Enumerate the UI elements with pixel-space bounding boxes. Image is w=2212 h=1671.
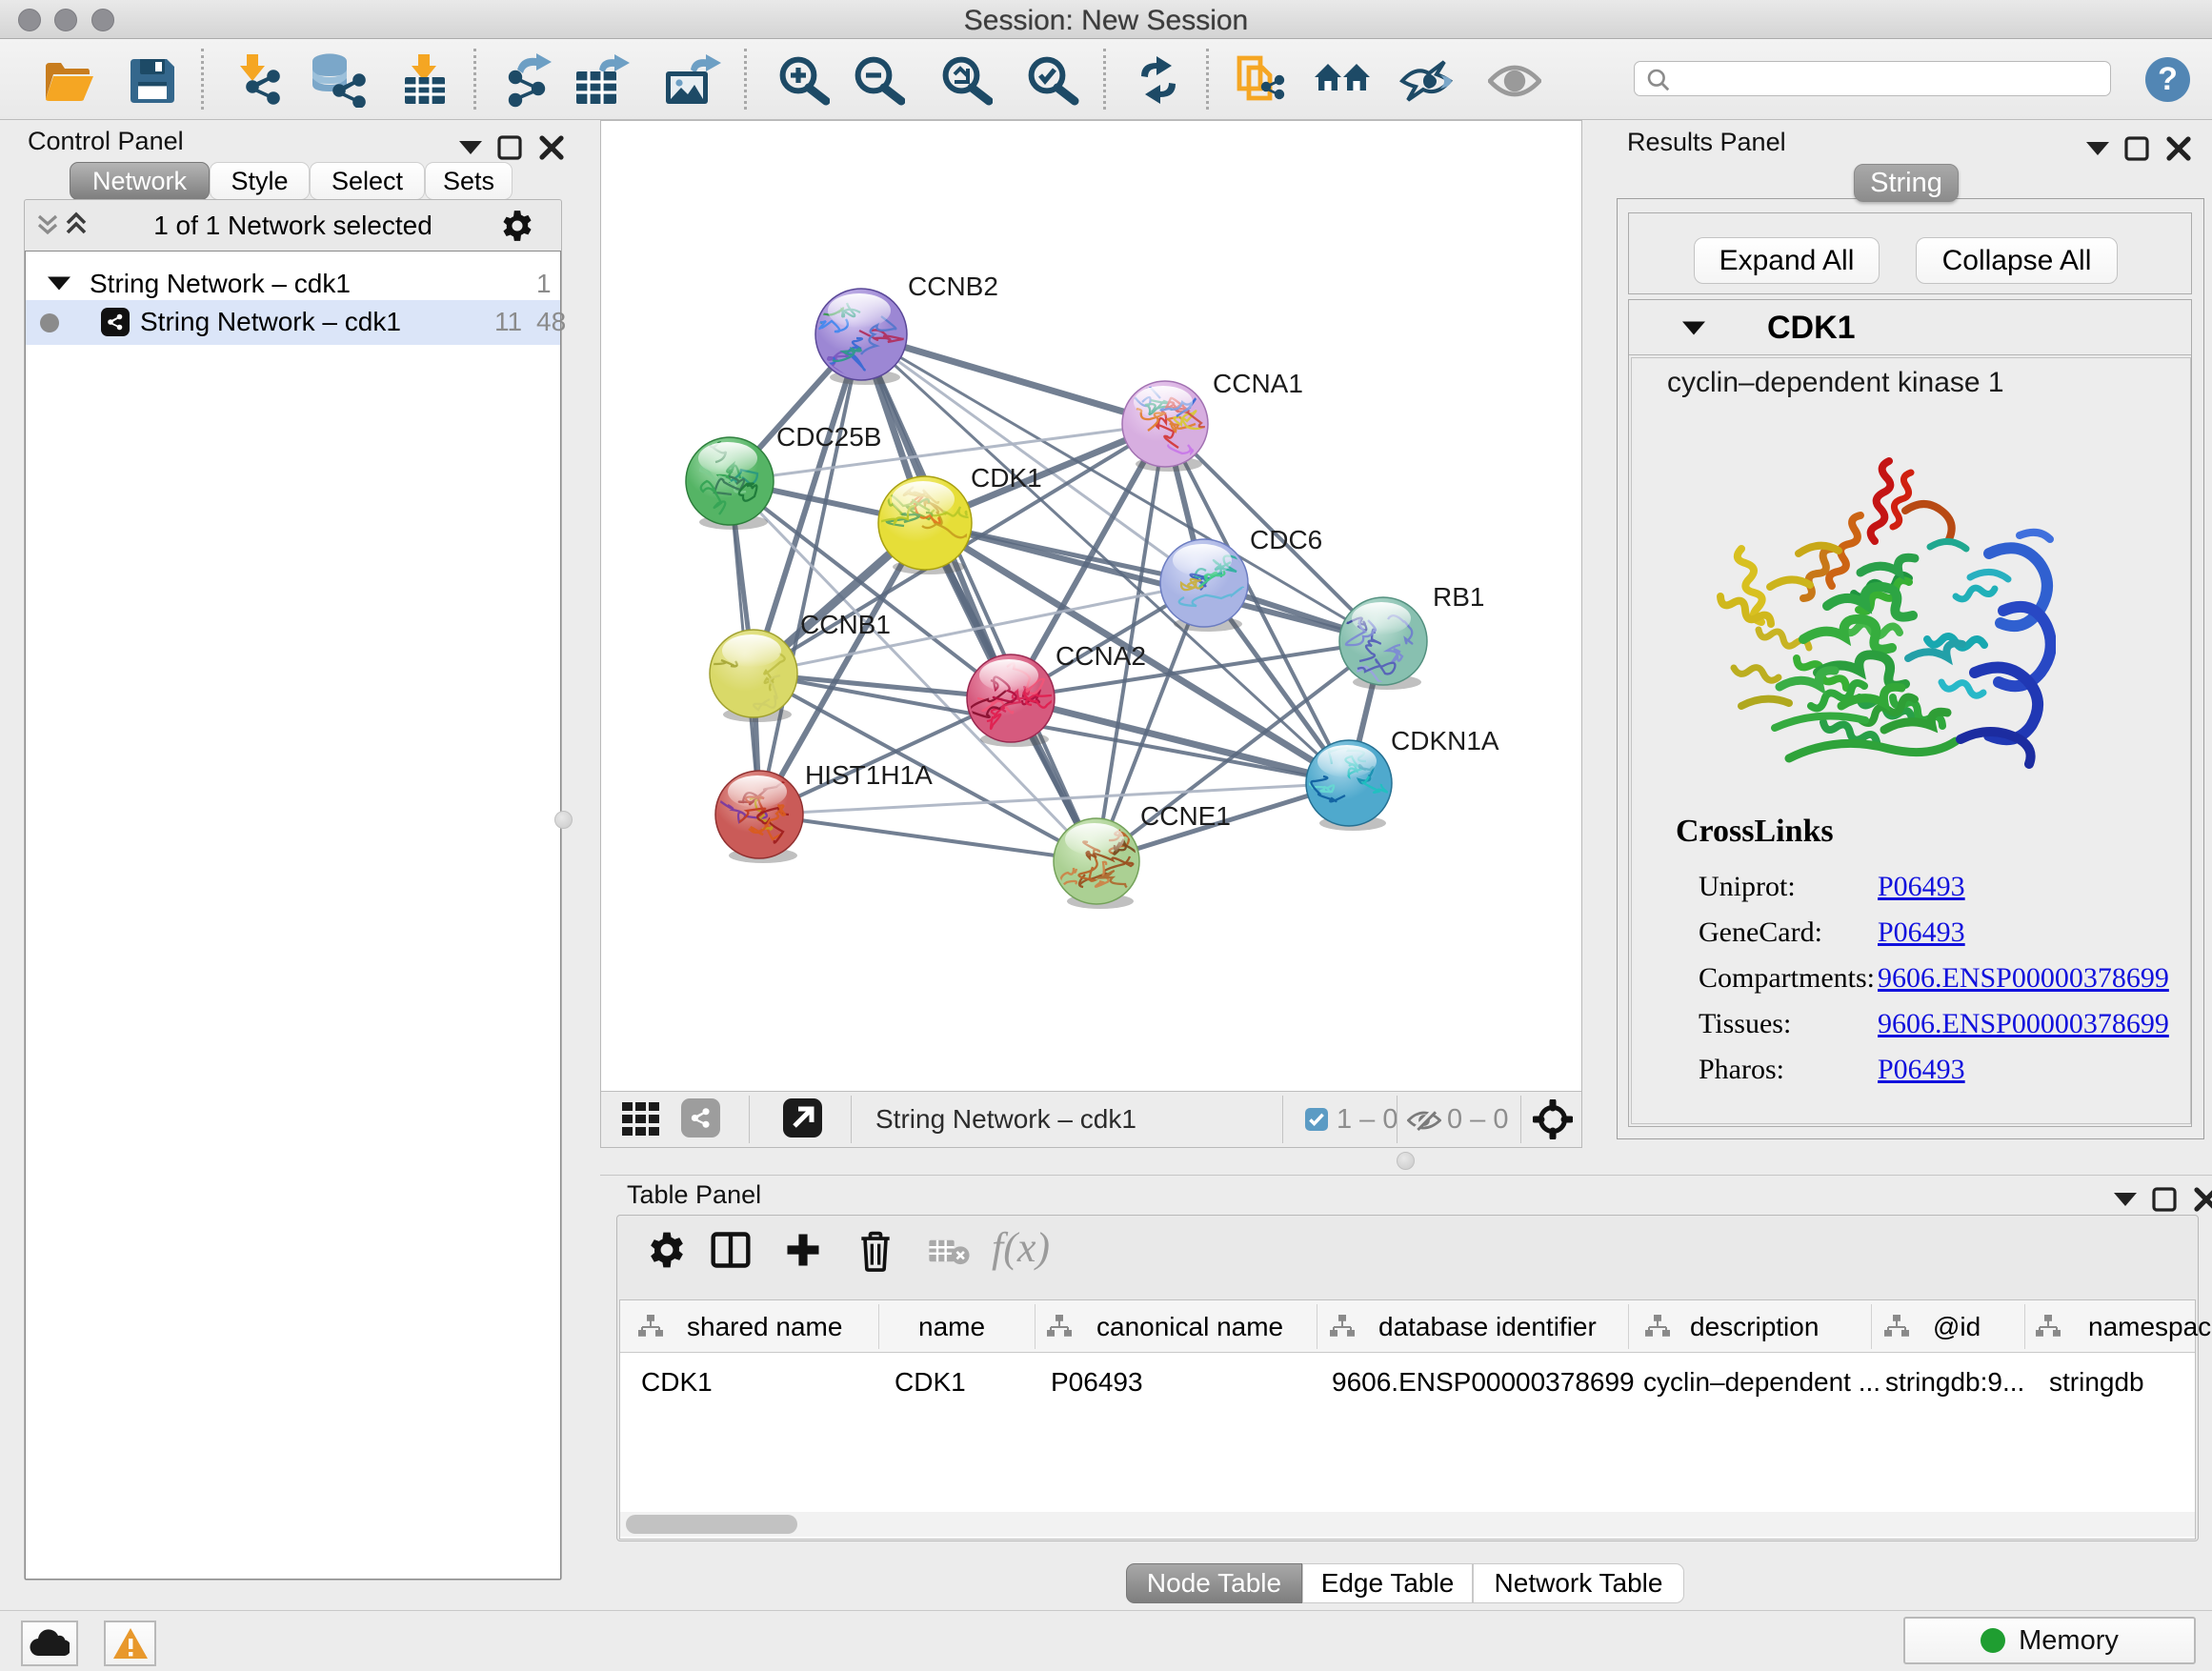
svg-text:CDC6: CDC6 (1250, 525, 1322, 554)
svg-text:HIST1H1A: HIST1H1A (805, 760, 933, 790)
svg-text:CCNE1: CCNE1 (1140, 801, 1231, 831)
svg-text:CCNA2: CCNA2 (1056, 641, 1146, 671)
svg-text:RB1: RB1 (1433, 582, 1484, 612)
svg-text:CCNA1: CCNA1 (1213, 369, 1303, 398)
svg-text:CCNB2: CCNB2 (908, 272, 998, 301)
svg-text:CCNB1: CCNB1 (800, 610, 891, 639)
svg-text:CDC25B: CDC25B (776, 422, 881, 452)
svg-text:CDK1: CDK1 (971, 463, 1042, 493)
svg-text:CDKN1A: CDKN1A (1391, 726, 1499, 755)
